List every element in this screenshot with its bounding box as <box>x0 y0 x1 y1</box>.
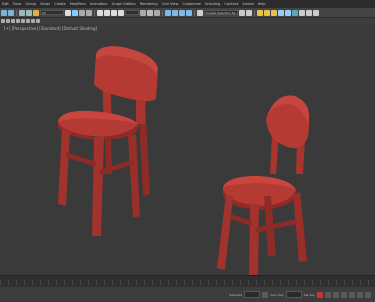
play-icon[interactable] <box>325 291 331 298</box>
undo-icon[interactable] <box>1 9 7 16</box>
angle-snap-icon[interactable] <box>172 9 178 16</box>
ribbon-icon[interactable] <box>21 19 25 23</box>
select-by-name-icon[interactable] <box>72 9 78 16</box>
pivot-icon[interactable] <box>140 9 146 16</box>
menu-item-scripting[interactable]: Scripting <box>205 2 221 6</box>
menu-item-modifiers[interactable]: Modifiers <box>70 2 86 6</box>
menu-item-customize[interactable]: Customize <box>182 2 200 6</box>
keyboard-shortcut-icon[interactable] <box>154 9 160 16</box>
reference-coordinate-dropdown[interactable] <box>125 10 139 15</box>
edit-named-selection-icon[interactable] <box>197 9 203 16</box>
chair-left[interactable] <box>58 46 158 236</box>
key-icon[interactable] <box>317 291 323 298</box>
ribbon-icon[interactable] <box>16 19 20 23</box>
select-manipulate-icon[interactable] <box>147 9 153 16</box>
link-icon[interactable] <box>19 9 25 16</box>
mirror-icon[interactable] <box>239 9 245 16</box>
menu-bar: Edit Tools Group Views Create Modifiers Animat… <box>0 0 375 8</box>
ribbon-icon[interactable] <box>1 19 5 23</box>
snaps-toggle-icon[interactable] <box>165 9 171 16</box>
ribbon-icon[interactable] <box>36 19 40 23</box>
status-selected-text: Selected <box>229 292 243 297</box>
separator <box>94 9 95 16</box>
zoom-icon[interactable] <box>341 291 347 298</box>
separator <box>162 9 163 16</box>
move-icon[interactable] <box>97 9 103 16</box>
ribbon-icon[interactable] <box>11 19 15 23</box>
named-selection-dropdown[interactable]: Create Selection Se <box>204 10 238 15</box>
menu-item-edit[interactable]: Edit <box>2 2 9 6</box>
window-crossing-icon[interactable] <box>86 9 92 16</box>
menu-item-views[interactable]: Views <box>40 2 50 6</box>
menu-item-help[interactable]: Help <box>258 2 266 6</box>
pan-icon[interactable] <box>357 291 363 298</box>
rendered-frame-window-icon[interactable] <box>306 9 312 16</box>
material-editor-icon[interactable] <box>292 9 298 16</box>
set-key-label[interactable]: Set Key <box>304 293 315 297</box>
viewport-label[interactable]: [+] [Perspective] [Standard] [Default Sh… <box>4 26 97 31</box>
main-toolbar: All Create Selection Se <box>0 8 375 18</box>
menu-item-group[interactable]: Group <box>25 2 36 6</box>
menu-item-content[interactable]: Content <box>224 2 238 6</box>
curve-editor-icon[interactable] <box>278 9 284 16</box>
time-ruler[interactable] <box>0 280 375 285</box>
select-object-icon[interactable] <box>65 9 71 16</box>
lock-selection-icon[interactable] <box>262 291 269 298</box>
scene-render <box>58 46 310 280</box>
menu-item-rendering[interactable]: Rendering <box>140 2 158 6</box>
selection-filter-dropdown[interactable]: All <box>40 10 64 15</box>
menu-item-animation[interactable]: Animation <box>90 2 108 6</box>
menu-item-create[interactable]: Create <box>54 2 66 6</box>
ribbon-icon[interactable] <box>31 19 35 23</box>
rect-selection-icon[interactable] <box>79 9 85 16</box>
separator <box>254 9 255 16</box>
redo-icon[interactable] <box>8 9 14 16</box>
separator <box>194 9 195 16</box>
spinner-snap-icon[interactable] <box>186 9 192 16</box>
menu-item-arnold[interactable]: Arnold <box>242 2 253 6</box>
layer-explorer-icon[interactable] <box>264 9 270 16</box>
rotate-icon[interactable] <box>104 9 110 16</box>
menu-item-tools[interactable]: Tools <box>13 2 22 6</box>
perspective-viewport[interactable]: [+] [Perspective] [Standard] [Default Sh… <box>0 24 375 280</box>
unlink-icon[interactable] <box>26 9 32 16</box>
separator <box>16 9 17 16</box>
orbit-icon[interactable] <box>349 291 355 298</box>
next-frame-icon[interactable] <box>333 291 339 298</box>
coordinate-x-field[interactable] <box>244 291 261 298</box>
selected-dropdown[interactable] <box>285 291 302 298</box>
align-icon[interactable] <box>246 9 252 16</box>
bind-spacewarp-icon[interactable] <box>33 9 39 16</box>
menu-item-graph-editors[interactable]: Graph Editors <box>112 2 136 6</box>
ribbon-icon[interactable] <box>6 19 10 23</box>
auto-key-label[interactable]: Auto Key <box>270 293 283 297</box>
scale-icon[interactable] <box>111 9 117 16</box>
status-bar: Selected Auto Key Set Key <box>0 287 375 302</box>
render-setup-icon[interactable] <box>299 9 305 16</box>
toggle-ribbon-icon[interactable] <box>271 9 277 16</box>
scene-explorer-icon[interactable] <box>257 9 263 16</box>
menu-item-civil-view[interactable]: Civil View <box>162 2 179 6</box>
place-icon[interactable] <box>118 9 124 16</box>
chair-right[interactable] <box>217 95 310 280</box>
ribbon-icon[interactable] <box>26 19 30 23</box>
maximize-viewport-icon[interactable] <box>365 291 371 298</box>
schematic-view-icon[interactable] <box>285 9 291 16</box>
render-production-icon[interactable] <box>313 9 319 16</box>
percent-snap-icon[interactable] <box>179 9 185 16</box>
